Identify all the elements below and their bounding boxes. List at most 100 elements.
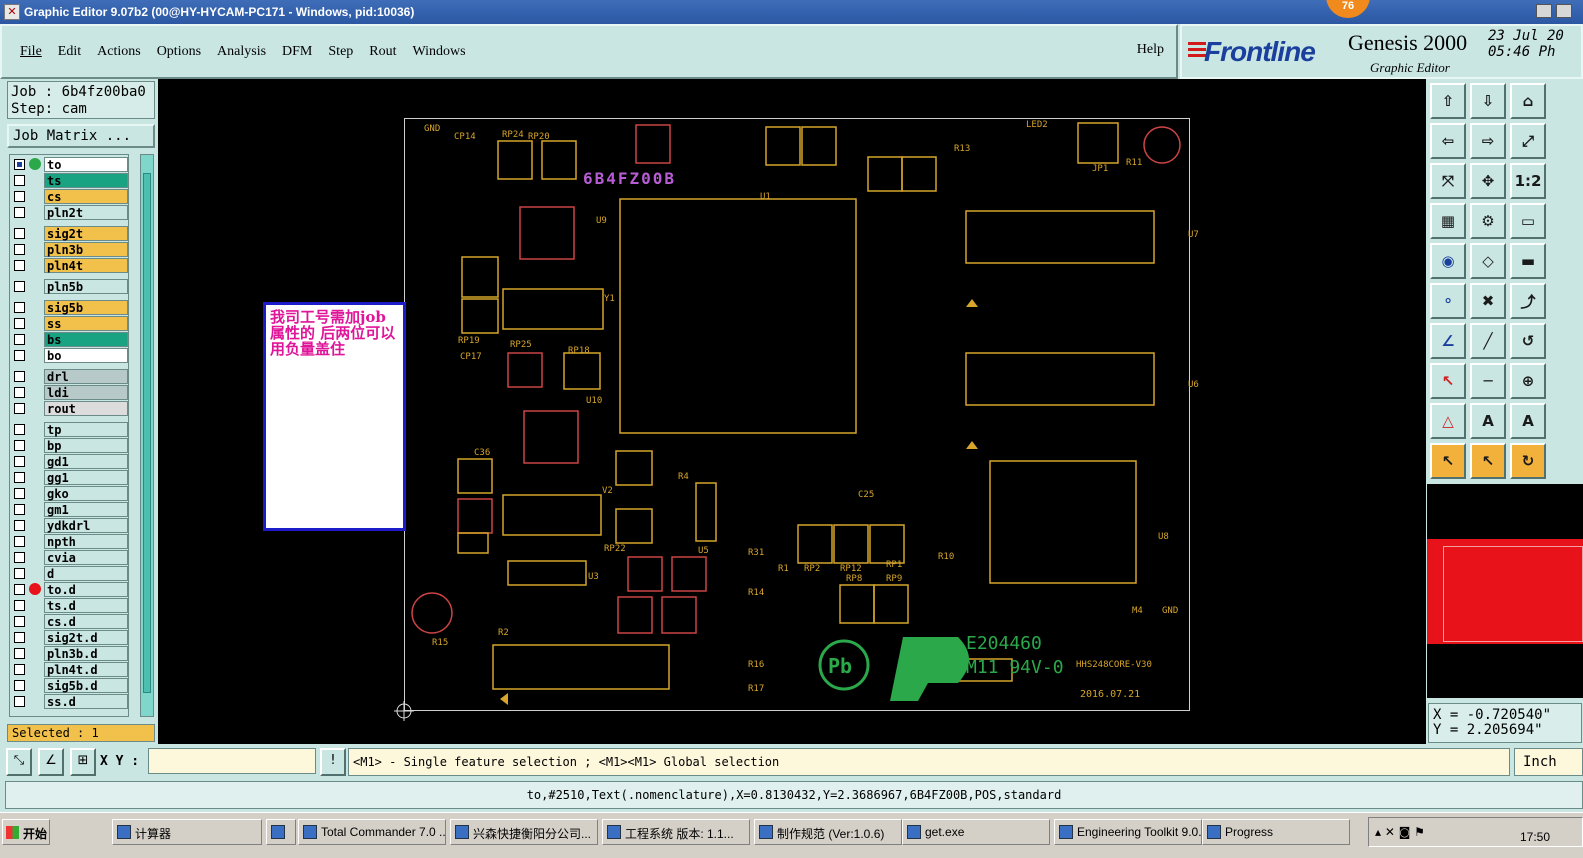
- layer-name[interactable]: bp: [44, 438, 128, 453]
- layer-row[interactable]: d: [10, 566, 128, 581]
- layer-row[interactable]: tp: [10, 422, 128, 437]
- layer-name[interactable]: d: [44, 566, 128, 581]
- layer-row[interactable]: gd1: [10, 454, 128, 469]
- layer-checkbox[interactable]: [14, 334, 25, 345]
- taskbar-item[interactable]: 兴森快捷衡阳分公司...: [450, 819, 598, 845]
- layer-row[interactable]: gko: [10, 486, 128, 501]
- layer-checkbox[interactable]: [14, 472, 25, 483]
- a-outline-icon[interactable]: A: [1510, 403, 1546, 439]
- taskbar-item[interactable]: Progress: [1202, 819, 1350, 845]
- overview-window[interactable]: [1427, 484, 1583, 698]
- layer-name[interactable]: to.d: [44, 582, 128, 597]
- layer-row[interactable]: pln4t: [10, 258, 128, 273]
- layer-checkbox[interactable]: [14, 175, 25, 186]
- layer-name[interactable]: cs: [44, 189, 128, 204]
- layer-name[interactable]: ts: [44, 173, 128, 188]
- layer-checkbox[interactable]: [14, 600, 25, 611]
- layer-name[interactable]: tp: [44, 422, 128, 437]
- layer-name[interactable]: pln4t.d: [44, 662, 128, 677]
- taskbar-item[interactable]: get.exe: [902, 819, 1050, 845]
- layer-checkbox[interactable]: [14, 281, 25, 292]
- layer-row[interactable]: cvia: [10, 550, 128, 565]
- layer-row[interactable]: pln3b: [10, 242, 128, 257]
- layer-row[interactable]: rout: [10, 401, 128, 416]
- layer-row[interactable]: bs: [10, 332, 128, 347]
- layer-checkbox[interactable]: [14, 504, 25, 515]
- layer-row[interactable]: ts.d: [10, 598, 128, 613]
- layer-row[interactable]: drl: [10, 369, 128, 384]
- measure-angle-icon[interactable]: ∠: [38, 748, 64, 776]
- layer-checkbox[interactable]: [14, 228, 25, 239]
- layer-checkbox[interactable]: [14, 536, 25, 547]
- taskbar-item[interactable]: 计算器: [112, 819, 262, 845]
- layer-name[interactable]: ss: [44, 316, 128, 331]
- layer-checkbox[interactable]: [14, 403, 25, 414]
- layer-checkbox[interactable]: [14, 260, 25, 271]
- layer-row[interactable]: sig2t.d: [10, 630, 128, 645]
- layer-row[interactable]: to: [10, 157, 128, 172]
- scroll-thumb[interactable]: [143, 173, 151, 693]
- layer-row[interactable]: pln5b: [10, 279, 128, 294]
- menu-help[interactable]: Help: [1137, 42, 1164, 58]
- layer-row[interactable]: pln4t.d: [10, 662, 128, 677]
- layer-checkbox[interactable]: [14, 244, 25, 255]
- layer-name[interactable]: pln2t: [44, 205, 128, 220]
- rotate-icon[interactable]: ↻: [1510, 443, 1546, 479]
- alert-icon[interactable]: !: [320, 748, 346, 776]
- layer-row[interactable]: ss.d: [10, 694, 128, 709]
- layer-row[interactable]: pln3b.d: [10, 646, 128, 661]
- grid-snap-icon[interactable]: ⊞: [70, 748, 96, 776]
- layer-name[interactable]: ts.d: [44, 598, 128, 613]
- layer-name[interactable]: drl: [44, 369, 128, 384]
- minimize-button[interactable]: [1536, 4, 1552, 18]
- layer-checkbox[interactable]: [14, 584, 25, 595]
- taskbar-item[interactable]: [266, 819, 296, 845]
- taskbar-item[interactable]: 工程系统 版本: 1.1...: [602, 819, 750, 845]
- tray-icons[interactable]: ▴ ✕ ◙ ⚑: [1375, 825, 1425, 839]
- menu-actions[interactable]: Actions: [95, 42, 143, 62]
- notification-badge[interactable]: 76: [1326, 0, 1370, 18]
- pad-icon[interactable]: ◉: [1430, 243, 1466, 279]
- layer-name[interactable]: npth: [44, 534, 128, 549]
- layer-list[interactable]: to ts cs pln2t sig2t pln3b pln4t pln5b sig5b ss bs…: [9, 154, 129, 717]
- slash-icon[interactable]: ╱: [1470, 323, 1506, 359]
- move-up-icon[interactable]: ⇧: [1430, 83, 1466, 119]
- layer-row[interactable]: to.d: [10, 582, 128, 597]
- layer-checkbox[interactable]: [14, 680, 25, 691]
- select-icon[interactable]: ↖: [1430, 363, 1466, 399]
- connect-icon[interactable]: ⚬: [1430, 283, 1466, 319]
- layer-row[interactable]: bp: [10, 438, 128, 453]
- scale-icon[interactable]: ⤢: [1510, 123, 1546, 159]
- minus-icon[interactable]: ─: [1470, 363, 1506, 399]
- graphic-canvas[interactable]: GND CP14 RP24 RP20 U1 U9 Y1 RP19 RP25 RP…: [158, 79, 1426, 744]
- taskbar-item[interactable]: Total Commander 7.0 ...: [298, 819, 446, 845]
- move-right-icon[interactable]: ⇨: [1470, 123, 1506, 159]
- measure-icon[interactable]: ▭: [1510, 203, 1546, 239]
- zoom-fit-icon[interactable]: ⤧: [1430, 163, 1466, 199]
- layer-name[interactable]: to: [44, 157, 128, 172]
- layer-checkbox[interactable]: [14, 488, 25, 499]
- layer-row[interactable]: ss: [10, 316, 128, 331]
- text-a-icon[interactable]: A: [1470, 403, 1506, 439]
- layer-checkbox[interactable]: [14, 350, 25, 361]
- layer-name[interactable]: ss.d: [44, 694, 128, 709]
- layer-checkbox[interactable]: [14, 387, 25, 398]
- layer-row[interactable]: sig5b.d: [10, 678, 128, 693]
- xy-input[interactable]: [148, 748, 316, 774]
- layer-checkbox[interactable]: [14, 664, 25, 675]
- layer-name[interactable]: ldi: [44, 385, 128, 400]
- triangle-icon[interactable]: △: [1430, 403, 1466, 439]
- home-icon[interactable]: ⌂: [1510, 83, 1546, 119]
- job-text-feature[interactable]: 6B4FZ00B: [583, 169, 676, 188]
- layer-name[interactable]: ydkdrl: [44, 518, 128, 533]
- ruler-icon[interactable]: ▬: [1510, 243, 1546, 279]
- layer-row[interactable]: pln2t: [10, 205, 128, 220]
- layer-checkbox[interactable]: [14, 552, 25, 563]
- layer-row[interactable]: gg1: [10, 470, 128, 485]
- layer-name[interactable]: gd1: [44, 454, 128, 469]
- ratio-icon[interactable]: 1:2: [1510, 163, 1546, 199]
- layer-checkbox[interactable]: [14, 696, 25, 707]
- taskbar-item[interactable]: Engineering Toolkit 9.0...: [1054, 819, 1202, 845]
- layer-checkbox[interactable]: [14, 568, 25, 579]
- layer-scrollbar[interactable]: [140, 154, 154, 717]
